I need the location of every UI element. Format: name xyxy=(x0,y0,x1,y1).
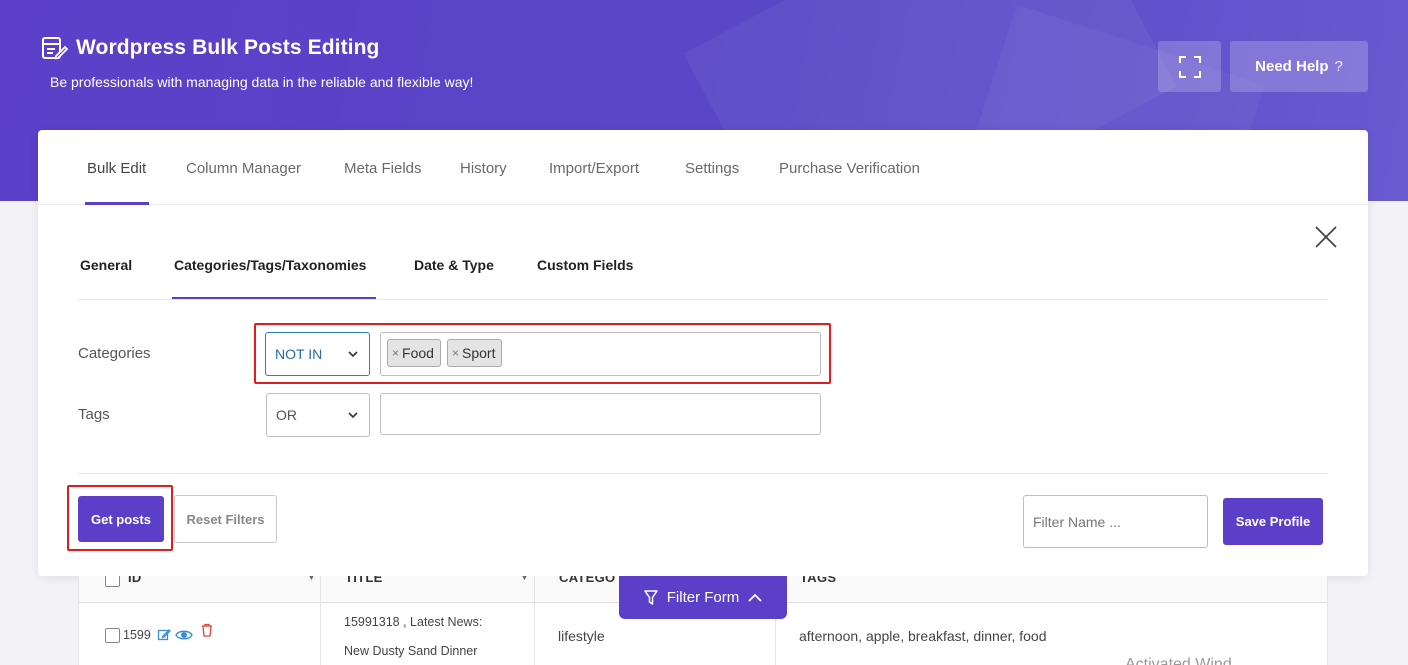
tab-categories-tags-taxonomies[interactable]: Categories/Tags/Taxonomies xyxy=(174,257,366,273)
highlight-frame xyxy=(67,485,173,551)
column-divider xyxy=(320,576,321,665)
tab-purchase-verification[interactable]: Purchase Verification xyxy=(779,160,920,177)
app-title: Wordpress Bulk Posts Editing xyxy=(76,36,380,59)
divider xyxy=(78,473,1328,474)
main-panel: Bulk Edit Column Manager Meta Fields His… xyxy=(38,130,1368,576)
tab-meta-fields[interactable]: Meta Fields xyxy=(344,160,422,177)
column-header-title[interactable]: TITLE xyxy=(345,576,383,585)
highlight-frame xyxy=(254,323,831,384)
save-profile-button[interactable]: Save Profile xyxy=(1223,498,1323,545)
post-id: 1599 xyxy=(123,628,151,642)
sort-icon[interactable]: ▼ xyxy=(520,576,529,582)
view-icon[interactable] xyxy=(175,628,193,642)
need-help-button[interactable]: Need Help ? xyxy=(1230,41,1368,92)
filter-icon xyxy=(644,589,658,605)
reset-filters-button[interactable]: Reset Filters xyxy=(174,495,277,543)
need-help-label: Need Help xyxy=(1255,58,1329,75)
filter-form-label: Filter Form xyxy=(666,589,740,606)
sort-icon[interactable]: ▼ xyxy=(307,576,316,582)
tab-bulk-edit[interactable]: Bulk Edit xyxy=(87,160,146,177)
fullscreen-button[interactable] xyxy=(1158,41,1221,92)
chevron-down-icon xyxy=(348,412,358,419)
question-icon: ? xyxy=(1334,58,1343,75)
post-title-line: New Dusty Sand Dinner xyxy=(344,644,478,658)
filter-tab-bar: General Categories/Tags/Taxonomies Date … xyxy=(78,205,1328,300)
edit-icon[interactable] xyxy=(157,628,171,642)
post-title-line: 15991318 , Latest News: xyxy=(344,615,483,629)
filter-form-toggle[interactable]: Filter Form xyxy=(619,576,787,619)
column-divider xyxy=(534,576,535,665)
edit-list-icon xyxy=(42,37,68,60)
column-header-tags[interactable]: TAGS xyxy=(800,576,836,585)
fullscreen-icon xyxy=(1178,55,1201,78)
brand: Wordpress Bulk Posts Editing xyxy=(40,34,379,62)
categories-label: Categories xyxy=(78,345,151,362)
delete-icon[interactable] xyxy=(200,623,214,637)
app-subtitle: Be professionals with managing data in t… xyxy=(50,74,474,90)
row-checkbox[interactable] xyxy=(105,628,120,643)
select-all-checkbox[interactable] xyxy=(105,576,120,587)
tags-operator-select[interactable]: OR xyxy=(266,393,370,437)
os-activation-watermark: Activated Wind xyxy=(1125,656,1232,665)
column-header-id[interactable]: ID xyxy=(128,576,142,585)
tags-label: Tags xyxy=(78,406,110,423)
chevron-up-icon xyxy=(748,593,762,602)
tags-multiselect[interactable] xyxy=(380,393,821,435)
main-tab-bar: Bulk Edit Column Manager Meta Fields His… xyxy=(38,130,1368,205)
post-tags: afternoon, apple, breakfast, dinner, foo… xyxy=(799,628,1047,644)
tab-custom-fields[interactable]: Custom Fields xyxy=(537,257,633,273)
tab-general[interactable]: General xyxy=(80,257,132,273)
tab-history[interactable]: History xyxy=(460,160,507,177)
active-subtab-indicator xyxy=(172,297,376,299)
tab-settings[interactable]: Settings xyxy=(685,160,739,177)
filter-name-input[interactable] xyxy=(1023,495,1208,548)
tab-date-type[interactable]: Date & Type xyxy=(414,257,494,273)
tab-column-manager[interactable]: Column Manager xyxy=(186,160,301,177)
column-header-category[interactable]: CATEGO xyxy=(559,576,615,585)
tags-operator-value: OR xyxy=(276,407,297,423)
tab-import-export[interactable]: Import/Export xyxy=(549,160,639,177)
post-category: lifestyle xyxy=(558,628,605,644)
